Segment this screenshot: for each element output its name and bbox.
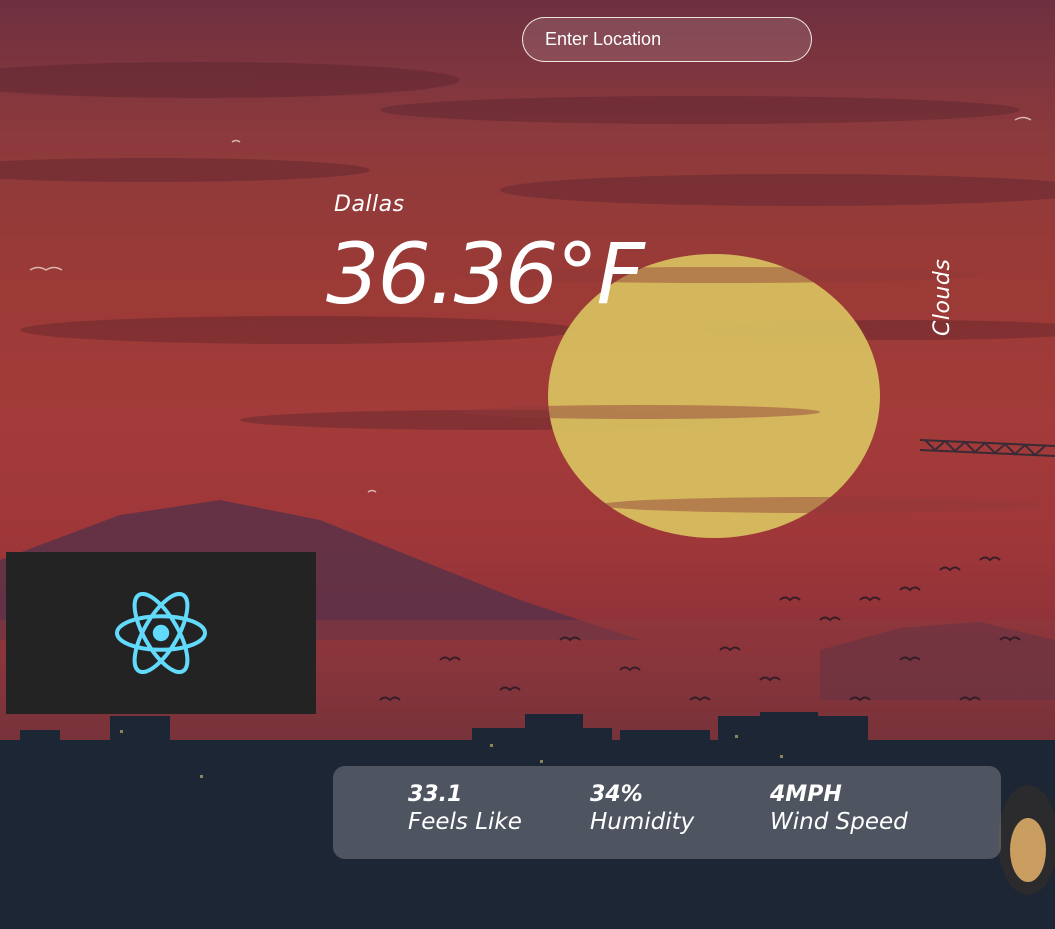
weather-condition: Clouds	[930, 258, 955, 336]
humidity-value: 34%	[590, 782, 643, 807]
wind-speed-value: 4MPH	[770, 782, 842, 807]
weather-stats-panel: 33.1 Feels Like 34% Humidity 4MPH Wind S…	[333, 766, 1001, 859]
feels-like-value: 33.1	[408, 782, 463, 807]
react-logo-panel	[6, 552, 316, 714]
feels-like-label: Feels Like	[408, 809, 522, 835]
weather-app: Dallas 36.36°F Clouds 33.1 Feels Like 34…	[0, 0, 1055, 929]
city-name: Dallas	[334, 192, 405, 217]
wind-speed-stat: 4MPH Wind Speed	[770, 782, 908, 835]
feels-like-stat: 33.1 Feels Like	[408, 782, 522, 835]
react-logo-icon	[115, 592, 207, 674]
temperature-readout: 36.36°F	[326, 225, 645, 323]
humidity-stat: 34% Humidity	[590, 782, 694, 835]
location-search-input[interactable]	[522, 17, 812, 62]
humidity-label: Humidity	[590, 809, 695, 835]
wind-speed-label: Wind Speed	[770, 809, 908, 835]
